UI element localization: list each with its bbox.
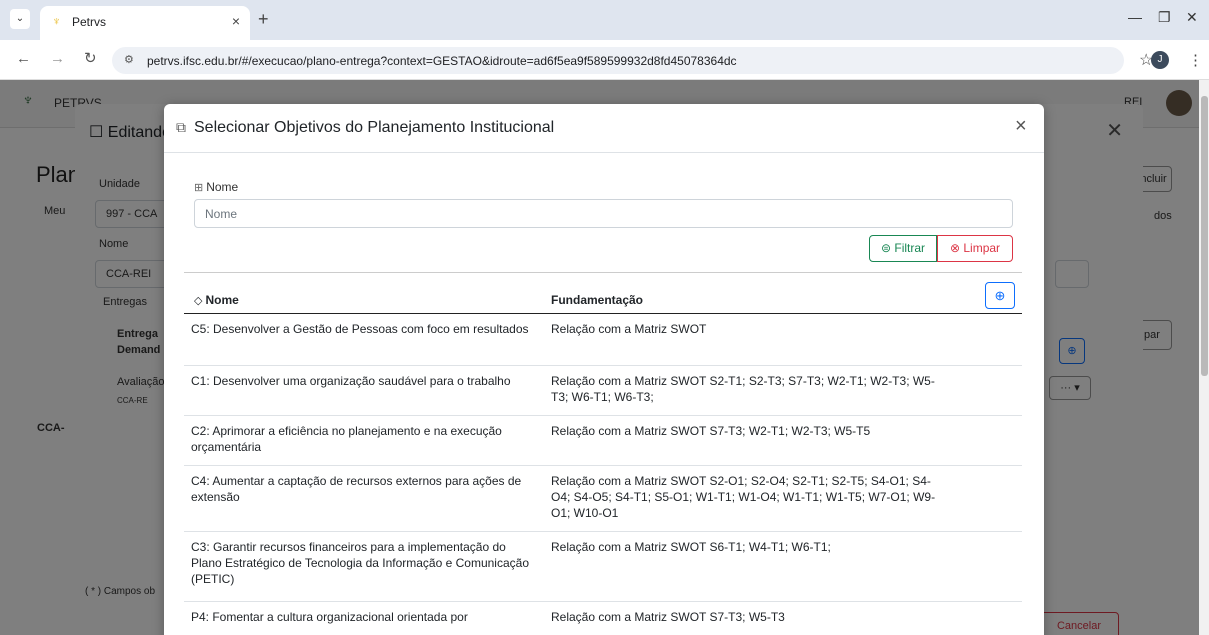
row-nome: C3: Garantir recursos financeiros para a… [191,540,529,586]
site-settings-icon[interactable]: ⚙ [124,53,134,66]
tab-close-icon[interactable]: × [232,13,240,29]
modal-title: Selecionar Objetivos do Planejamento Ins… [194,119,555,136]
row-fundamentacao: Relação com a Matriz SWOT [551,322,707,336]
modal-close-button[interactable]: × [1015,116,1027,136]
nome-filter-label: ⊞ Nome [194,180,238,194]
table-row[interactable]: C2: Aprimorar a eficiência no planejamen… [184,416,1022,466]
forward-arrow-icon[interactable]: → [50,51,65,67]
column-header-nome-label: Nome [205,293,239,307]
nome-filter-label-text: Nome [206,180,239,194]
clear-button-label: Limpar [963,241,1001,255]
clear-button[interactable]: ⊗ Limpar [937,235,1013,262]
row-nome: C5: Desenvolver a Gestão de Pessoas com … [191,322,529,336]
browser-toolbar: ← → ↻ ⚙ petrvs.ifsc.edu.br/#/execucao/pl… [0,40,1209,80]
table-row[interactable]: C3: Garantir recursos financeiros para a… [184,532,1022,602]
column-header-fundamentacao: Fundamentação [551,293,644,307]
nome-filter-input[interactable] [194,199,1013,228]
reload-icon[interactable]: ↻ [84,51,97,67]
table-row[interactable]: P4: Fomentar a cultura organizacional or… [184,602,1022,635]
filter-icon: ⊜ [880,241,892,255]
column-header-nome[interactable]: ◇ Nome [194,293,239,307]
tab-title: Petrvs [72,15,107,29]
select-objectives-modal: ⧉ Selecionar Objetivos do Planejamento I… [164,104,1044,635]
page-scrollbar-thumb[interactable] [1201,96,1208,376]
row-fundamentacao: Relação com a Matriz SWOT S7-T3; W2-T1; … [551,424,871,438]
new-tab-button[interactable]: + [258,10,269,28]
browser-tab-bar: ⌄ ♆ Petrvs × + — ❐ ✕ [0,0,1209,40]
clear-circle-x-icon: ⊗ [949,241,961,255]
minimize-icon[interactable]: — [1128,9,1142,25]
window-close-icon[interactable]: ✕ [1186,9,1198,26]
restore-icon[interactable]: ❐ [1158,9,1171,26]
browser-menu-icon[interactable]: ⋮ [1188,51,1203,69]
address-bar[interactable]: ⚙ petrvs.ifsc.edu.br/#/execucao/plano-en… [112,47,1124,74]
row-nome: C4: Aumentar a captação de recursos exte… [191,474,522,504]
row-fundamentacao: Relação com a Matriz SWOT S6-T1; W4-T1; … [551,540,831,554]
add-objective-button[interactable]: ⊕ [985,282,1015,309]
filter-button[interactable]: ⊜ Filtrar [869,235,937,262]
external-link-icon: ⧉ [176,119,186,135]
back-arrow-icon[interactable]: ← [16,51,31,67]
row-fundamentacao: Relação com a Matriz SWOT S2-T1; S2-T3; … [551,374,935,404]
browser-tab-petrvs[interactable]: ♆ Petrvs × [40,6,250,40]
table-row[interactable]: C1: Desenvolver uma organização saudável… [184,366,1022,416]
modal-header: ⧉ Selecionar Objetivos do Planejamento I… [164,104,1044,153]
row-nome: C1: Desenvolver uma organização saudável… [191,374,511,388]
table-row[interactable]: C5: Desenvolver a Gestão de Pessoas com … [184,314,1022,366]
table-row[interactable]: C4: Aumentar a captação de recursos exte… [184,466,1022,532]
profile-avatar[interactable]: J [1151,51,1169,69]
text-field-icon: ⊞ [194,182,204,194]
row-fundamentacao: Relação com a Matriz SWOT S2-O1; S2-O4; … [551,474,936,520]
petrvs-favicon-icon: ♆ [52,14,61,28]
filter-button-label: Filtrar [894,241,926,255]
row-nome: C2: Aprimorar a eficiência no planejamen… [191,424,502,454]
tab-search-chevron-icon[interactable]: ⌄ [10,9,30,29]
filter-divider [184,272,1022,273]
sort-icon[interactable]: ◇ [194,295,202,307]
url-text: petrvs.ifsc.edu.br/#/execucao/plano-entr… [147,54,737,68]
row-nome: P4: Fomentar a cultura organizacional or… [191,610,468,624]
row-fundamentacao: Relação com a Matriz SWOT S7-T3; W5-T3 [551,610,785,624]
